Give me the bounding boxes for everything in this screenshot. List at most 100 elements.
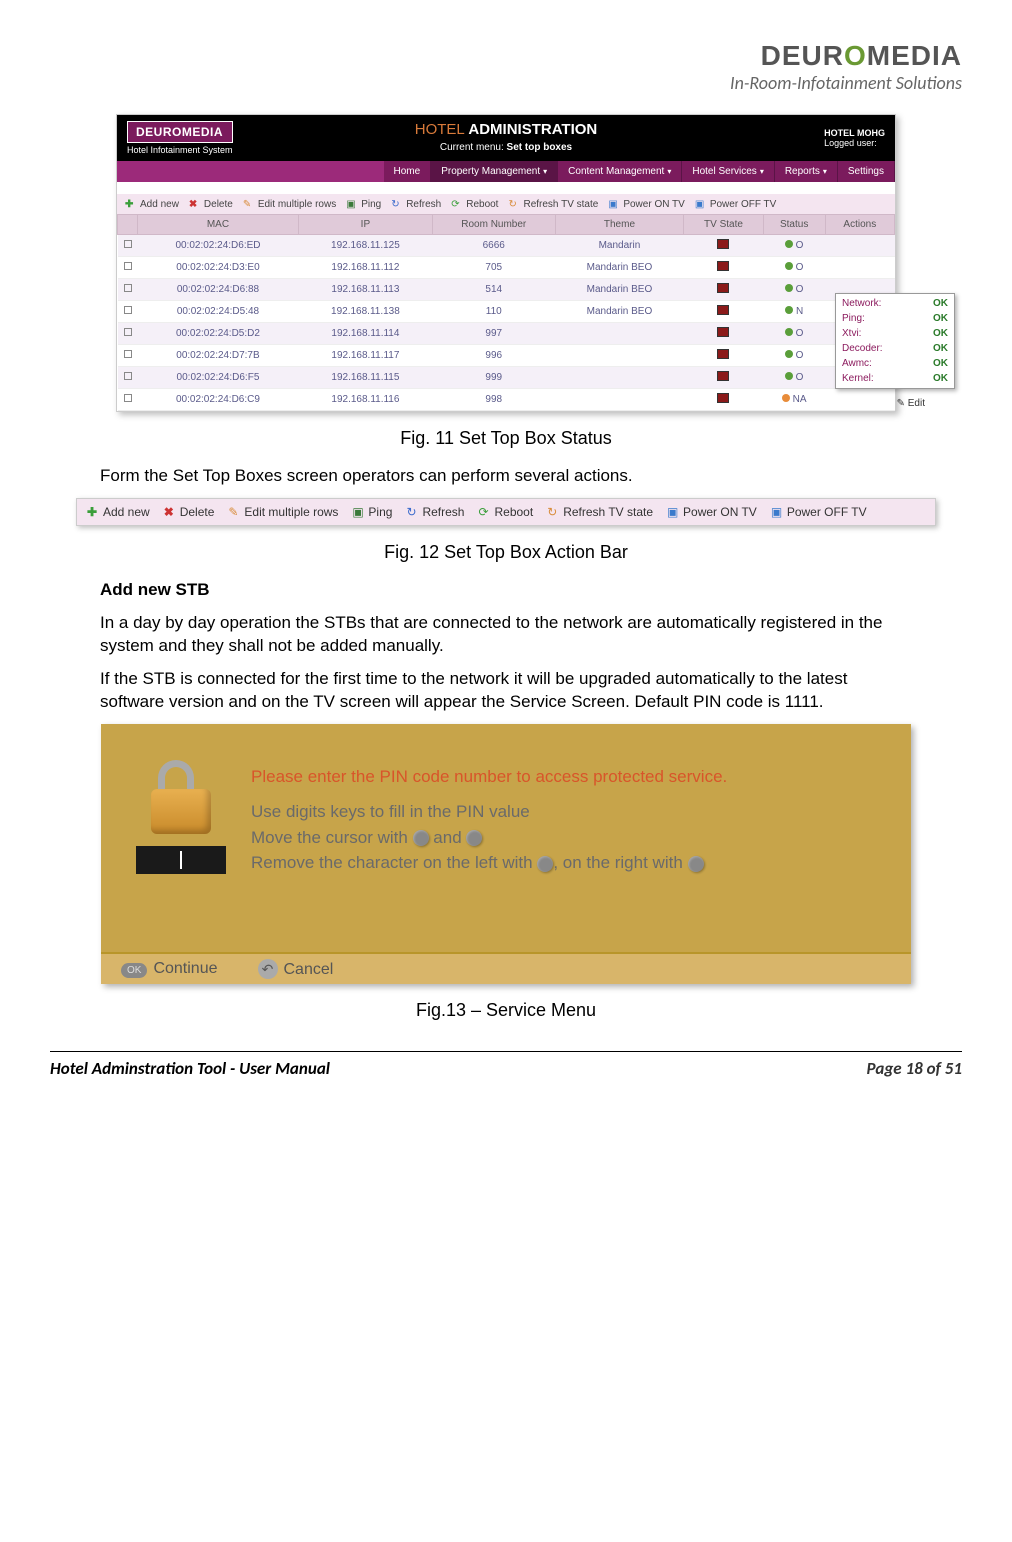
page-footer: Hotel Adminstration Tool - User Manual P… xyxy=(50,1058,962,1079)
admin-user-info: HOTEL MOHG Logged user: xyxy=(824,128,885,148)
tool-edit-multiple-rows[interactable]: ✎ Edit multiple rows xyxy=(243,198,336,210)
table-row[interactable]: 00:02:02:24:D6:ED192.168.11.1256666Manda… xyxy=(118,235,895,257)
status-popup: Network:OKPing:OKXtvi:OKDecoder:OKAwmc:O… xyxy=(835,293,955,389)
pin-input[interactable] xyxy=(136,846,226,874)
edit-action[interactable]: ✎ Edit xyxy=(897,398,925,409)
tv-state-icon xyxy=(717,349,729,359)
screenshot-stb-status: DEUROMEDIA Hotel Infotainment System HOT… xyxy=(116,114,896,412)
popup-row: Awmc:OK xyxy=(838,356,952,371)
col-theme: Theme xyxy=(555,215,684,235)
action-edit-multiple-rows[interactable]: ✎ Edit multiple rows xyxy=(228,505,338,519)
tool-delete[interactable]: ✖ Delete xyxy=(189,198,233,210)
screenshot-service-menu: Please enter the PIN code number to acce… xyxy=(101,724,911,984)
admin-header: DEUROMEDIA Hotel Infotainment System HOT… xyxy=(117,115,895,161)
footer-right: Page 18 of 51 xyxy=(867,1058,962,1079)
service-line1: Please enter the PIN code number to acce… xyxy=(251,764,727,790)
paragraph-3: If the STB is connected for the first ti… xyxy=(100,668,912,714)
action-add-new[interactable]: ✚ Add new xyxy=(87,505,150,519)
stb-table: MACIPRoom NumberThemeTV StateStatusActio… xyxy=(117,214,895,411)
cancel-button[interactable]: ↶Cancel xyxy=(258,959,334,979)
service-text: Please enter the PIN code number to acce… xyxy=(251,764,727,876)
service-line4: Remove the character on the left with , … xyxy=(251,850,727,876)
row-checkbox[interactable] xyxy=(124,284,132,292)
admin-nav: HomeProperty Management▾Content Manageme… xyxy=(117,161,895,182)
row-checkbox[interactable] xyxy=(124,328,132,336)
col-actions: Actions xyxy=(825,215,894,235)
row-checkbox[interactable] xyxy=(124,240,132,248)
row-checkbox[interactable] xyxy=(124,372,132,380)
action-refresh[interactable]: ↻ Refresh xyxy=(406,505,464,519)
footer-left: Hotel Adminstration Tool - User Manual xyxy=(50,1058,330,1079)
nav-content-management[interactable]: Content Management▾ xyxy=(558,161,682,182)
table-row[interactable]: 00:02:02:24:D3:E0192.168.11.112705Mandar… xyxy=(118,257,895,279)
table-row[interactable]: 00:02:02:24:D7:7B192.168.11.117996 O xyxy=(118,345,895,367)
col-cb xyxy=(118,215,138,235)
tv-state-icon xyxy=(717,239,729,249)
table-row[interactable]: 00:02:02:24:D6:F5192.168.11.115999 O xyxy=(118,367,895,389)
tool-add-new[interactable]: ✚ Add new xyxy=(125,198,179,210)
row-checkbox[interactable] xyxy=(124,262,132,270)
popup-row: Ping:OK xyxy=(838,311,952,326)
tool-refresh-tv-state[interactable]: ↻ Refresh TV state xyxy=(508,198,598,210)
tool-power-on-tv[interactable]: ▣ Power ON TV xyxy=(608,198,685,210)
service-line3: Move the cursor with and xyxy=(251,825,727,851)
lock-column xyxy=(131,764,231,874)
popup-row: Kernel:OK xyxy=(838,371,952,386)
service-line2: Use digits keys to fill in the PIN value xyxy=(251,799,727,825)
col-status: Status xyxy=(763,215,825,235)
tool-reboot[interactable]: ⟳ Reboot xyxy=(451,198,498,210)
nav-settings[interactable]: Settings xyxy=(838,161,895,182)
paragraph-2: In a day by day operation the STBs that … xyxy=(100,612,912,658)
col-ip: IP xyxy=(298,215,432,235)
left-arrow-icon xyxy=(413,830,429,846)
table-row[interactable]: 00:02:02:24:D5:D2192.168.11.114997 O xyxy=(118,323,895,345)
row-checkbox[interactable] xyxy=(124,394,132,402)
row-checkbox[interactable] xyxy=(124,350,132,358)
action-reboot[interactable]: ⟳ Reboot xyxy=(478,505,533,519)
tv-state-icon xyxy=(717,261,729,271)
table-row[interactable]: 00:02:02:24:D6:88192.168.11.113514Mandar… xyxy=(118,279,895,301)
tv-state-icon xyxy=(717,327,729,337)
nav-property-management[interactable]: Property Management▾ xyxy=(431,161,558,182)
col-tv-state: TV State xyxy=(684,215,763,235)
tool-power-off-tv[interactable]: ▣ Power OFF TV xyxy=(695,198,777,210)
popup-row: Xtvi:OK xyxy=(838,326,952,341)
logo: DEUROMEDIA xyxy=(50,40,962,72)
col-room-number: Room Number xyxy=(432,215,555,235)
admin-title-block: HOTEL ADMINISTRATION Current menu: Set t… xyxy=(415,121,598,153)
fig11-caption: Fig. 11 Set Top Box Status xyxy=(50,428,962,449)
screenshot-action-bar: ✚ Add new ✖ Delete ✎ Edit multiple rows ▣ P… xyxy=(76,498,936,526)
admin-logo: DEUROMEDIA xyxy=(127,121,233,143)
nav-reports[interactable]: Reports▾ xyxy=(775,161,838,182)
tv-state-icon xyxy=(717,371,729,381)
popup-row: Decoder:OK xyxy=(838,341,952,356)
tool-refresh[interactable]: ↻ Refresh xyxy=(391,198,441,210)
continue-button[interactable]: OKContinue xyxy=(121,960,218,978)
admin-toolbar: ✚ Add new ✖ Delete ✎ Edit multiple rows ▣ P… xyxy=(117,194,895,214)
table-row[interactable]: 00:02:02:24:D5:48192.168.11.138110Mandar… xyxy=(118,301,895,323)
back-icon: ↶ xyxy=(258,959,278,979)
service-footer: OKContinue ↶Cancel xyxy=(101,952,911,984)
action-power-on-tv[interactable]: ▣ Power ON TV xyxy=(667,505,757,519)
back-key-icon xyxy=(537,856,553,872)
action-bar: ✚ Add new ✖ Delete ✎ Edit multiple rows ▣ P… xyxy=(77,499,935,525)
action-refresh-tv-state[interactable]: ↻ Refresh TV state xyxy=(547,505,653,519)
tv-state-icon xyxy=(717,393,729,403)
fig12-caption: Fig. 12 Set Top Box Action Bar xyxy=(50,542,962,563)
table-row[interactable]: 00:02:02:24:D6:C9192.168.11.116998 NA xyxy=(118,389,895,411)
lock-icon xyxy=(146,764,216,834)
action-ping[interactable]: ▣ Ping xyxy=(352,505,392,519)
nav-home[interactable]: Home xyxy=(384,161,432,182)
row-checkbox[interactable] xyxy=(124,306,132,314)
logo-tagline: In-Room-Infotainment Solutions xyxy=(50,72,962,94)
del-key-icon xyxy=(688,856,704,872)
paragraph-1: Form the Set Top Boxes screen operators … xyxy=(100,465,912,488)
tv-state-icon xyxy=(717,283,729,293)
tool-ping[interactable]: ▣ Ping xyxy=(346,198,381,210)
footer-rule xyxy=(50,1051,962,1052)
nav-hotel-services[interactable]: Hotel Services▾ xyxy=(682,161,774,182)
heading-add-stb: Add new STB xyxy=(100,579,912,602)
right-arrow-icon xyxy=(466,830,482,846)
action-delete[interactable]: ✖ Delete xyxy=(164,505,215,519)
action-power-off-tv[interactable]: ▣ Power OFF TV xyxy=(771,505,867,519)
